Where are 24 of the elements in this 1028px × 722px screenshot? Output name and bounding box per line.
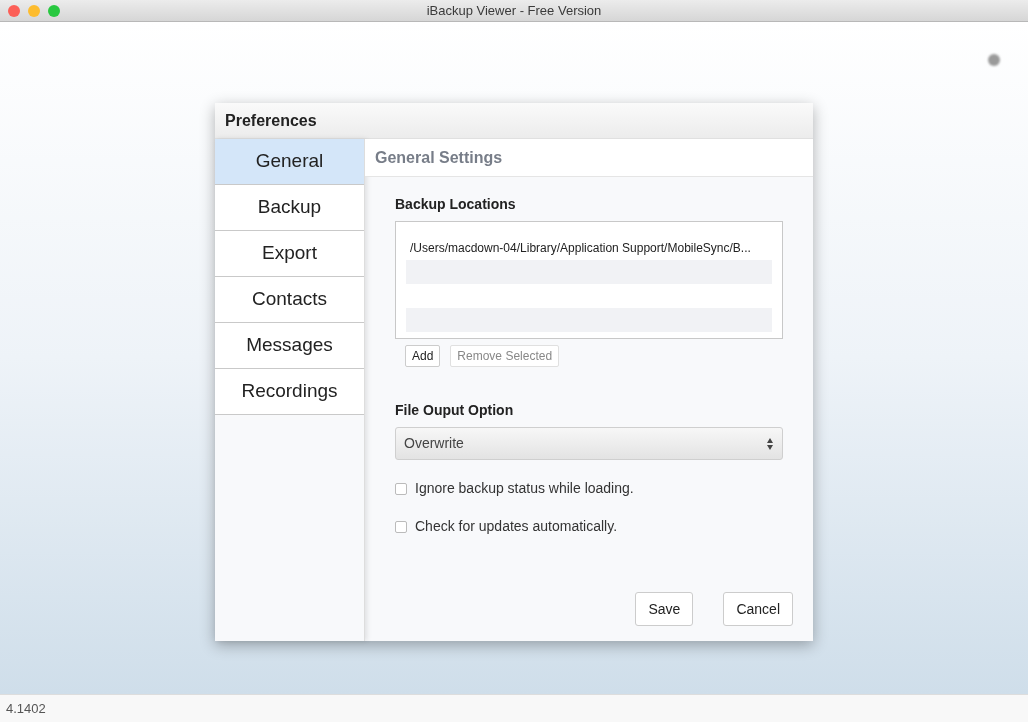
section-label: File Ouput Option [395,401,515,420]
output-select[interactable]: Overwrite [395,427,783,460]
dialog-title: Preferences [225,110,317,131]
sidebar-item[interactable]: Export [215,231,364,277]
sidebar-item[interactable]: Recordings [215,369,364,415]
checkbox[interactable] [395,482,407,495]
checkbox-label: Check for updates automatically. [415,517,618,536]
dialog-button[interactable]: Save [635,592,694,626]
updown-icon [766,436,774,451]
checkbox-label: Ignore backup status while loading. [415,479,634,498]
sidebar-item[interactable]: Contacts [215,277,364,323]
sidebar-item[interactable]: Backup [215,185,364,231]
section-label: Backup Locations [395,195,517,214]
window-title: iBackup Viewer - Free Version [426,1,602,20]
sidebar-item[interactable]: Messages [215,323,364,369]
sidebar-item[interactable]: General [215,139,364,185]
minimize-icon[interactable] [28,5,40,17]
zoom-icon[interactable] [48,5,60,17]
dialog-button[interactable]: Cancel [723,592,793,626]
version-label: 4.1402 [6,699,46,718]
close-icon[interactable] [8,5,20,17]
panel-title: General Settings [375,147,503,168]
checkbox[interactable] [395,520,407,533]
list-button[interactable]: Add [405,345,441,367]
